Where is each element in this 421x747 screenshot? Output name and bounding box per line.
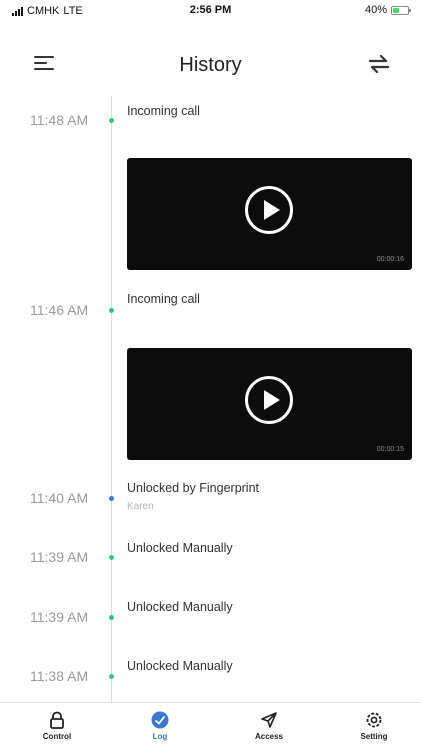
entry-text: Unlocked Manually <box>127 659 233 673</box>
timeline-line <box>111 96 112 702</box>
entry-time: 11:38 AM <box>30 668 89 684</box>
header: History <box>0 44 421 84</box>
tab-label: Setting <box>360 732 388 741</box>
battery-icon <box>391 5 411 15</box>
battery-percent: 40% <box>364 4 387 16</box>
entry-text: Unlocked by Fingerprint <box>127 481 260 495</box>
swap-arrows-icon[interactable] <box>367 54 391 74</box>
timeline-dot <box>109 674 114 679</box>
log-icon <box>151 711 169 729</box>
entry-time: 11:46 AM <box>30 302 89 318</box>
video-duration: 00:00:15 <box>376 446 404 453</box>
entry-time: 11:39 AM <box>30 609 89 625</box>
entry-text: Incoming call <box>127 292 200 306</box>
timeline-dot <box>109 615 114 620</box>
timeline-dot <box>109 555 114 560</box>
tab-label: Control <box>42 732 72 741</box>
video-thumbnail[interactable]: 00:00:15 <box>127 348 412 460</box>
play-icon[interactable] <box>245 186 293 234</box>
entry-text: Unlocked Manually <box>127 600 233 614</box>
entry-time: 11:40 AM <box>30 490 89 506</box>
timeline-dot <box>109 118 114 123</box>
tab-label: Access <box>254 732 284 741</box>
entry-user: Karen <box>127 501 154 512</box>
video-thumbnail[interactable]: 00:00:16 <box>127 158 412 270</box>
battery-info: 40% <box>364 4 411 16</box>
status-time: 2:56 PM <box>189 4 232 16</box>
send-icon <box>261 712 277 728</box>
timeline-dot <box>109 496 114 501</box>
timeline-dot <box>109 308 114 313</box>
status-bar: CMHK LTE 2:56 PM 40% <box>0 0 421 22</box>
lock-icon <box>50 711 64 729</box>
tab-access[interactable]: Access <box>234 711 304 741</box>
video-duration: 00:00:16 <box>376 256 404 263</box>
entry-time: 11:48 AM <box>30 112 89 128</box>
entry-text: Incoming call <box>127 104 200 118</box>
tab-bar: Control Log Access Setting <box>0 702 421 747</box>
entry-time: 11:39 AM <box>30 549 89 565</box>
tab-setting[interactable]: Setting <box>339 711 409 741</box>
gear-icon <box>366 712 382 728</box>
tab-log[interactable]: Log <box>125 711 195 741</box>
tab-label: Log <box>152 732 168 741</box>
tab-control[interactable]: Control <box>22 711 92 741</box>
entry-text: Unlocked Manually <box>127 541 233 555</box>
page-title: History <box>179 54 242 76</box>
play-icon[interactable] <box>245 376 293 424</box>
